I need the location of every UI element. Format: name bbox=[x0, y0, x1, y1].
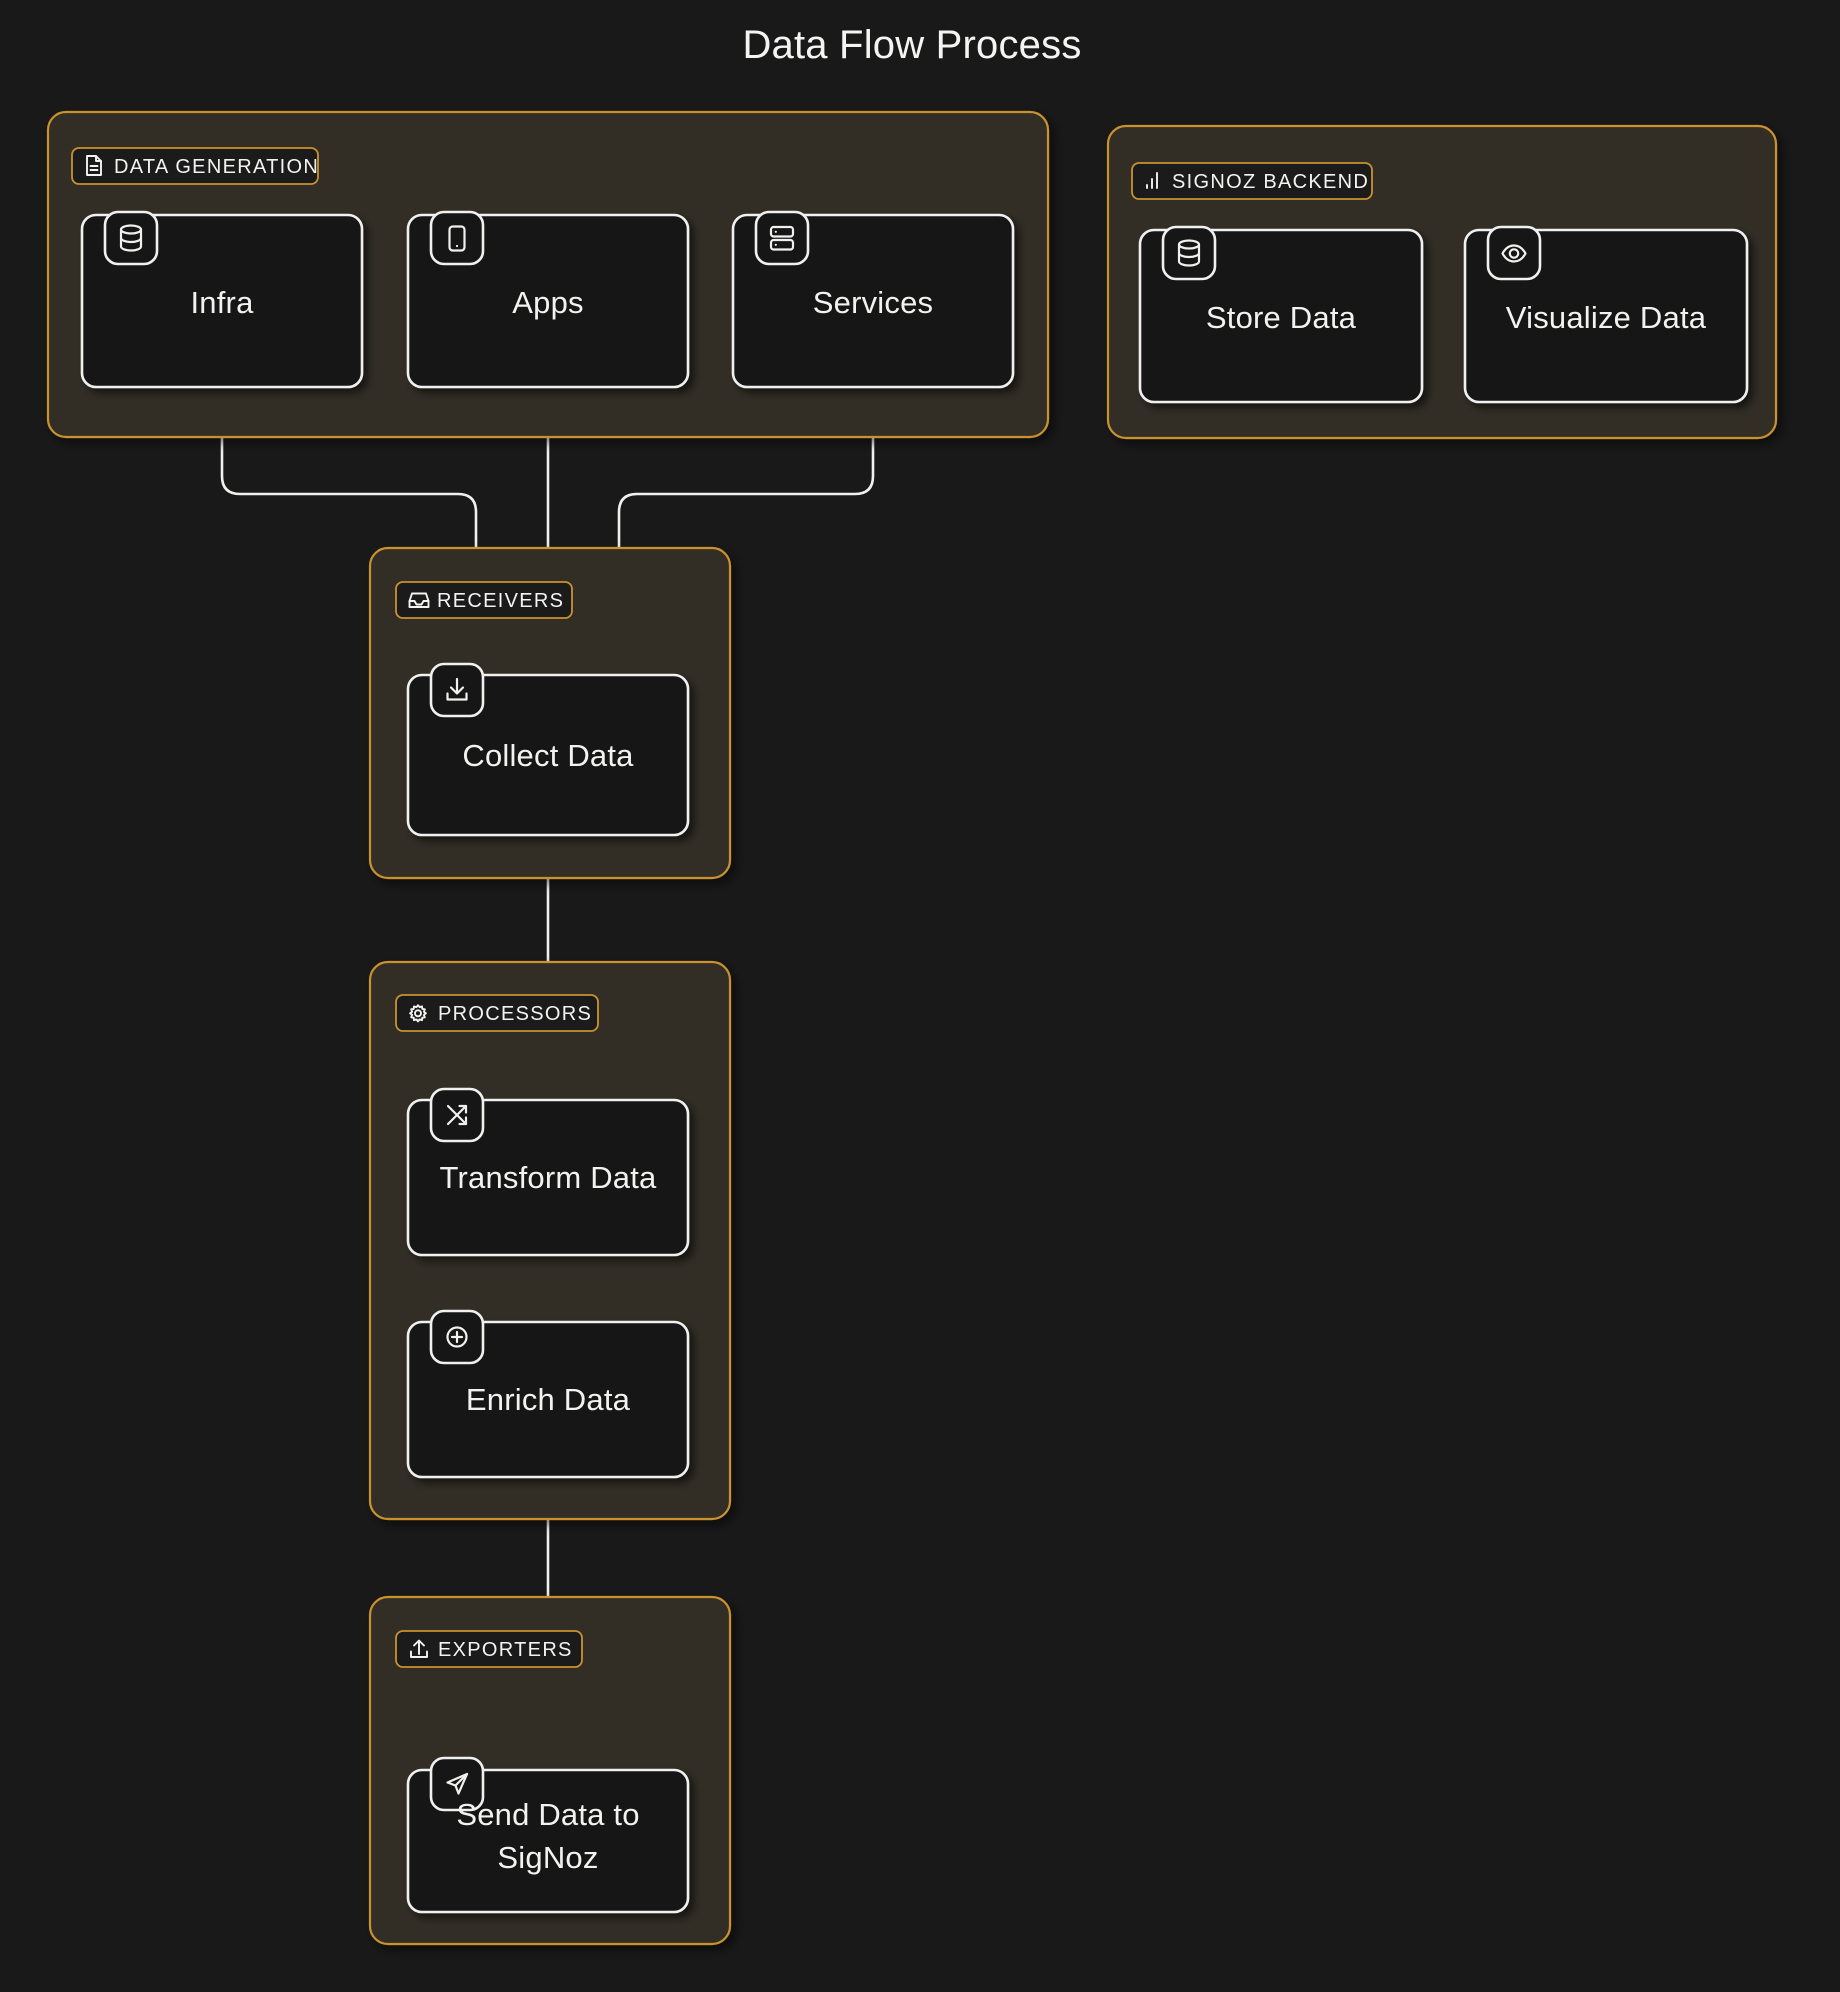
group-processors[interactable]: PROCESSORS Transform Data Enrich Data bbox=[368, 960, 732, 1521]
group-signoz-backend[interactable]: SIGNOZ BACKEND Store Data Visualize Data bbox=[1106, 124, 1778, 440]
node-enrich-data[interactable]: Enrich Data bbox=[406, 1309, 690, 1479]
group-label: SIGNOZ BACKEND bbox=[1172, 171, 1369, 193]
node-transform-data[interactable]: Transform Data bbox=[406, 1087, 690, 1257]
node-infra-label: Infra bbox=[190, 285, 254, 320]
group-label: PROCESSORS bbox=[438, 1003, 592, 1025]
node-visualize-data[interactable]: Visualize Data bbox=[1463, 225, 1749, 404]
page-title: Data Flow Process bbox=[742, 23, 1081, 67]
group-processors-badge: PROCESSORS bbox=[395, 994, 599, 1032]
node-infra-icon-box bbox=[103, 210, 159, 266]
node-services-icon-box bbox=[754, 210, 810, 266]
node-store-data-icon-box bbox=[1161, 225, 1217, 281]
group-data-generation[interactable]: DATA GENERATION Infra Apps Services bbox=[46, 110, 1050, 439]
node-services-label: Services bbox=[813, 285, 933, 320]
node-collect-data[interactable]: Collect Data bbox=[406, 662, 690, 837]
node-send-data-label-line2: SigNoz bbox=[497, 1840, 598, 1875]
group-data-generation-badge: DATA GENERATION bbox=[71, 147, 319, 185]
node-visualize-data-icon-box bbox=[1486, 225, 1542, 281]
node-collect-data-label: Collect Data bbox=[462, 738, 634, 773]
group-label: RECEIVERS bbox=[437, 590, 564, 612]
node-store-data[interactable]: Store Data bbox=[1138, 225, 1424, 404]
group-signoz-backend-badge: SIGNOZ BACKEND bbox=[1131, 162, 1373, 200]
node-visualize-data-label: Visualize Data bbox=[1506, 300, 1707, 335]
group-exporters-badge: EXPORTERS bbox=[395, 1630, 583, 1668]
group-receivers-badge: RECEIVERS bbox=[395, 581, 573, 619]
diagram-canvas: Data Flow Process DATA GENERATION Infra … bbox=[0, 0, 1840, 1992]
data-flow-diagram: Data Flow Process DATA GENERATION Infra … bbox=[46, 23, 1778, 1946]
node-store-data-label: Store Data bbox=[1206, 300, 1357, 335]
node-send-data-to-signoz[interactable]: Send Data to SigNoz bbox=[406, 1756, 690, 1914]
node-apps[interactable]: Apps bbox=[406, 210, 690, 389]
group-label: EXPORTERS bbox=[438, 1639, 573, 1661]
node-enrich-data-label: Enrich Data bbox=[466, 1382, 631, 1417]
node-apps-label: Apps bbox=[512, 285, 583, 320]
node-send-data-label-line1: Send Data to bbox=[456, 1797, 639, 1832]
group-label: DATA GENERATION bbox=[114, 156, 319, 178]
node-transform-data-label: Transform Data bbox=[440, 1160, 658, 1195]
node-services[interactable]: Services bbox=[731, 210, 1015, 389]
group-exporters[interactable]: EXPORTERS Send Data to SigNoz bbox=[368, 1595, 732, 1946]
node-apps-icon-box bbox=[429, 210, 485, 266]
group-receivers[interactable]: RECEIVERS Collect Data bbox=[368, 546, 732, 880]
node-infra[interactable]: Infra bbox=[80, 210, 364, 389]
